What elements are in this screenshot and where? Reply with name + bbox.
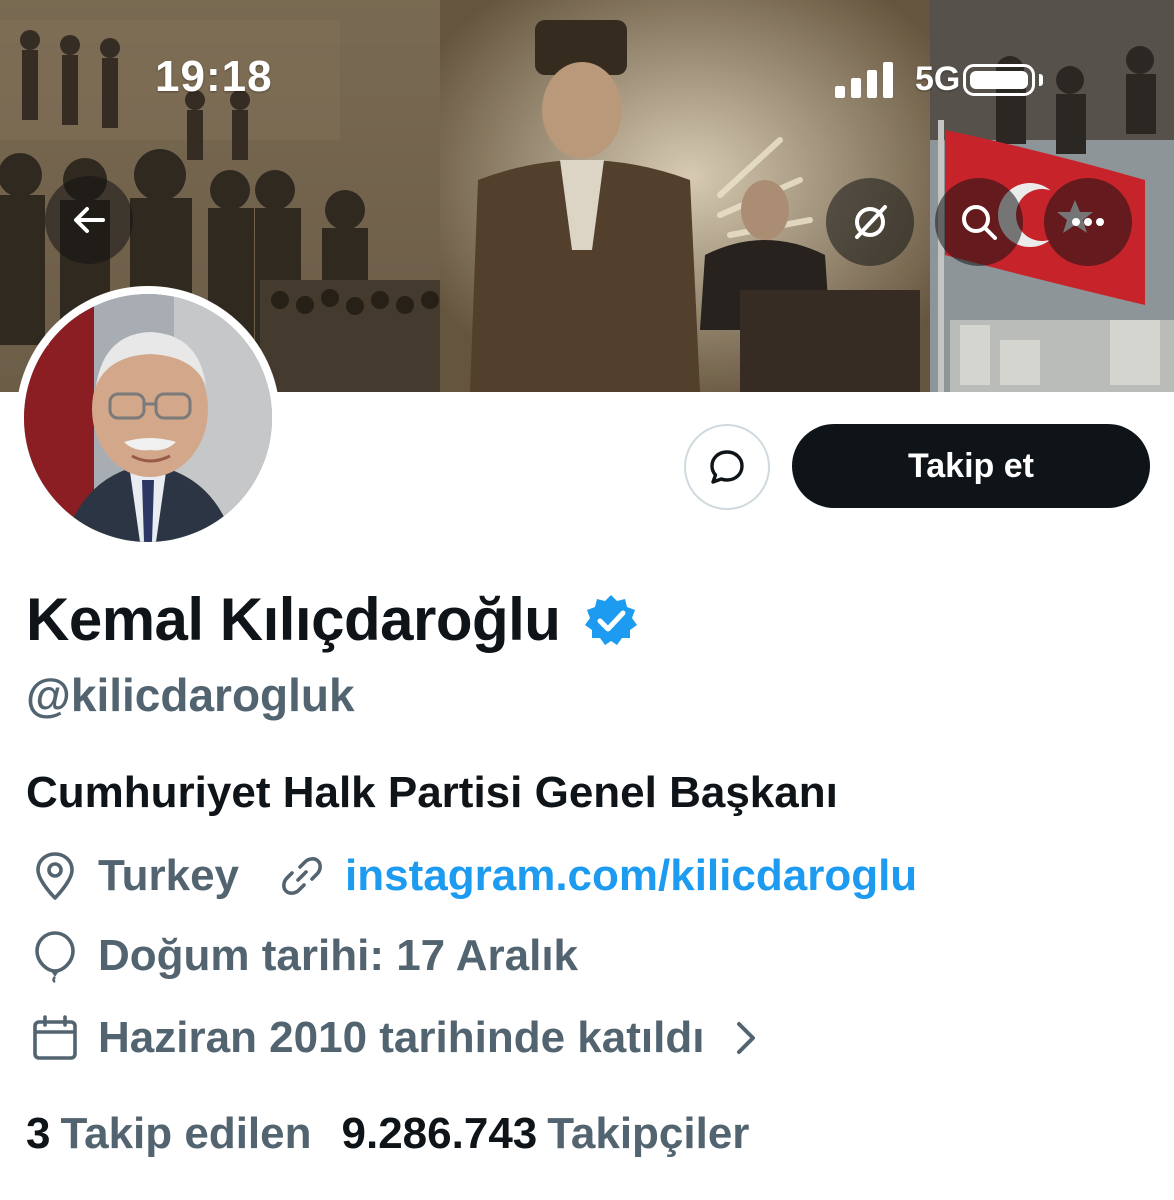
followers-count: 9.286.743 xyxy=(341,1109,538,1158)
verified-badge-icon[interactable] xyxy=(582,592,640,650)
follow-button[interactable]: Takip et xyxy=(792,424,1150,508)
profile-website-link[interactable]: instagram.com/kilicdaroglu xyxy=(345,851,917,901)
name-row: Kemal Kılıçdaroğlu xyxy=(26,584,640,654)
battery-icon xyxy=(963,64,1035,96)
follow-stats: 3 Takip edilen 9.286.743 Takipçiler xyxy=(26,1104,749,1164)
grok-icon xyxy=(855,205,887,239)
location-pin-icon xyxy=(28,849,82,903)
signal-strength-icon xyxy=(835,62,893,98)
profile-birthday: Doğum tarihi: 17 Aralık xyxy=(98,931,579,980)
arrow-left-icon xyxy=(74,207,105,233)
status-indicators: 5G xyxy=(833,60,1063,100)
chevron-right-icon xyxy=(718,1011,772,1065)
search-icon xyxy=(962,205,997,240)
status-time: 19:18 xyxy=(155,52,273,101)
avatar-portrait xyxy=(24,294,272,542)
display-name: Kemal Kılıçdaroğlu xyxy=(26,585,561,653)
message-button[interactable] xyxy=(684,424,770,510)
network-type: 5G xyxy=(915,60,961,98)
battery-tip xyxy=(1039,74,1043,86)
following-stat[interactable]: 3 Takip edilen xyxy=(26,1109,312,1159)
search-button[interactable] xyxy=(935,178,1023,266)
following-count: 3 xyxy=(26,1109,51,1158)
message-bubble-icon xyxy=(710,450,744,484)
profile-bio: Cumhuriyet Halk Partisi Genel Başkanı xyxy=(26,768,838,817)
avatar-image xyxy=(24,294,272,542)
location-and-website-row: Turkey instagram.com/kilicdaroglu xyxy=(28,848,917,904)
following-label: Takip edilen xyxy=(60,1109,312,1158)
more-horizontal-icon xyxy=(1072,218,1104,226)
profile-joined-date: Haziran 2010 tarihinde katıldı xyxy=(98,1013,705,1062)
grok-button[interactable] xyxy=(826,178,914,266)
followers-label: Takipçiler xyxy=(547,1109,750,1158)
back-button[interactable] xyxy=(45,176,133,264)
profile-handle: @kilicdarogluk xyxy=(26,669,355,721)
profile-avatar[interactable] xyxy=(16,286,280,550)
profile-location: Turkey xyxy=(98,851,240,900)
joined-row[interactable]: Haziran 2010 tarihinde katıldı xyxy=(28,1010,788,1066)
followers-stat[interactable]: 9.286.743 Takipçiler xyxy=(342,1109,750,1159)
birthday-row: Doğum tarihi: 17 Aralık xyxy=(28,928,578,984)
balloon-icon xyxy=(28,929,82,983)
calendar-icon xyxy=(28,1011,82,1065)
more-button[interactable] xyxy=(1044,178,1132,266)
link-icon xyxy=(275,849,329,903)
